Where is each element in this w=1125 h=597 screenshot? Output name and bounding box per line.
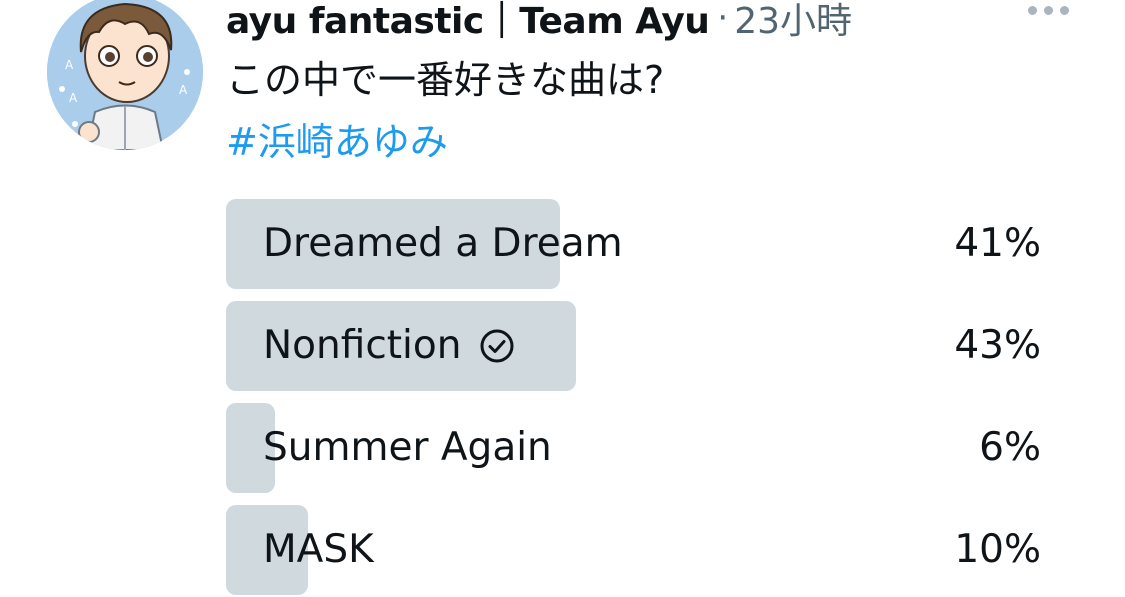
poll-option-text: MASK [263, 527, 374, 572]
poll-option-percent: 43% [954, 323, 1041, 368]
svg-text:A: A [65, 58, 74, 72]
poll-option-label: Summer Again [263, 403, 552, 493]
poll-option-percent: 6% [979, 425, 1041, 470]
poll-option[interactable]: Dreamed a Dream 41% [226, 199, 1041, 289]
poll: Dreamed a Dream 41% Nonfiction 43% Summer Ag… [226, 199, 1041, 597]
more-dot [1044, 6, 1053, 15]
tweet-header: ayu fantastic｜Team Ayu · 23小時 [226, 0, 852, 42]
poll-option-label: Dreamed a Dream [263, 199, 623, 289]
poll-option[interactable]: MASK 10% [226, 505, 1041, 595]
svg-text:A: A [179, 83, 188, 97]
avatar[interactable]: A A A [47, 0, 203, 150]
poll-option-percent: 41% [954, 221, 1041, 266]
hashtag-link[interactable]: #浜崎あゆみ [226, 116, 448, 168]
more-dot [1060, 6, 1069, 15]
poll-option-label: Nonfiction [263, 301, 515, 391]
timestamp[interactable]: 23小時 [734, 0, 852, 44]
poll-option-text: Nonfiction [263, 323, 462, 368]
tweet: A A A ayu fantastic｜Team Ayu · 23小時 この中で… [0, 0, 1125, 597]
poll-option-text: Dreamed a Dream [263, 221, 623, 266]
more-dot [1028, 6, 1037, 15]
poll-option[interactable]: Summer Again 6% [226, 403, 1041, 493]
svg-text:A: A [69, 91, 78, 105]
poll-option-label: MASK [263, 505, 374, 595]
tweet-text: この中で一番好きな曲は? [226, 58, 665, 102]
poll-option-text: Summer Again [263, 425, 552, 470]
poll-option[interactable]: Nonfiction 43% [226, 301, 1041, 391]
more-horizontal-icon[interactable] [1028, 6, 1069, 15]
poll-option-percent: 10% [954, 527, 1041, 572]
separator-dot: · [717, 0, 729, 38]
display-name[interactable]: ayu fantastic｜Team Ayu [226, 0, 710, 44]
check-circle-icon [479, 328, 515, 364]
avatar-illustration: A A A [47, 0, 203, 150]
